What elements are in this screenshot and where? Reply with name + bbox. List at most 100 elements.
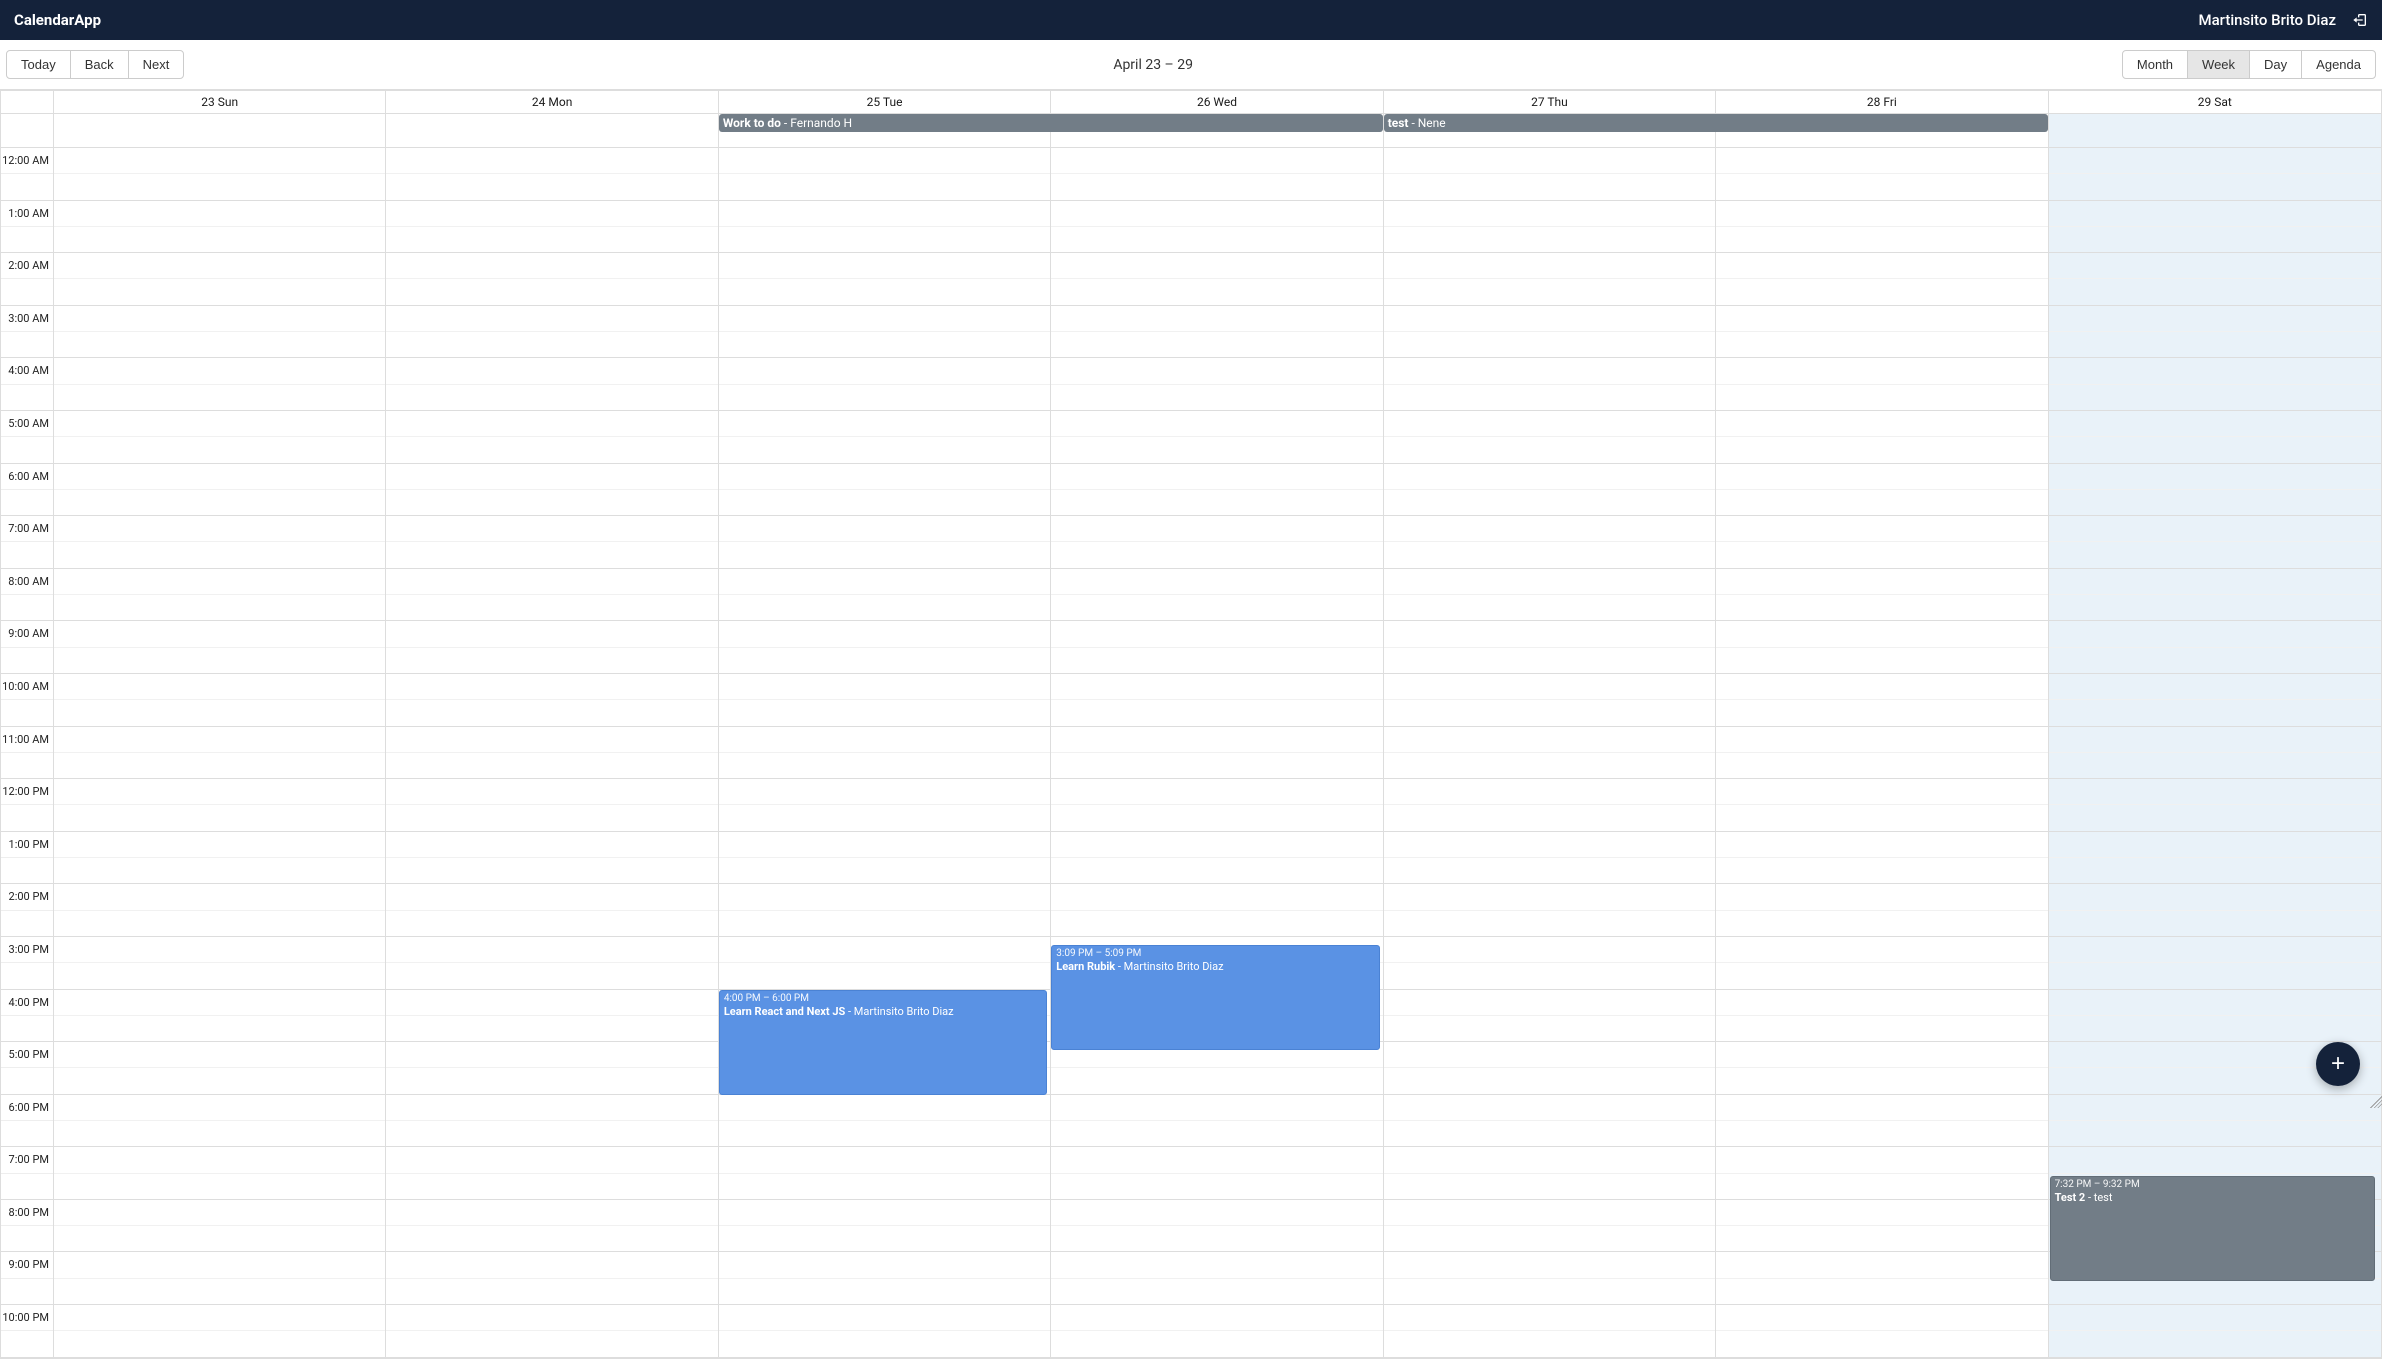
time-slot[interactable]	[1716, 700, 2047, 726]
time-slot[interactable]	[54, 464, 385, 490]
back-button[interactable]: Back	[70, 50, 129, 79]
time-slot[interactable]	[1716, 858, 2047, 884]
time-slot[interactable]	[1384, 858, 1715, 884]
time-slot[interactable]	[1716, 516, 2047, 542]
time-slot[interactable]	[719, 700, 1050, 726]
time-slot[interactable]	[1051, 201, 1382, 227]
time-slot[interactable]	[719, 753, 1050, 779]
day-column-tue[interactable]: 4:00 PM – 6:00 PMLearn React and Next JS…	[719, 148, 1051, 1358]
timed-event[interactable]: 7:32 PM – 9:32 PMTest 2 - test	[2050, 1176, 2375, 1281]
resize-handle-icon[interactable]	[2370, 1096, 2382, 1108]
time-slot[interactable]	[386, 963, 717, 989]
time-slot[interactable]	[386, 700, 717, 726]
time-slot[interactable]	[386, 1147, 717, 1173]
time-slot[interactable]	[1384, 279, 1715, 305]
time-slot[interactable]	[1716, 753, 2047, 779]
time-slot[interactable]	[2049, 937, 2381, 963]
time-slot[interactable]	[1716, 279, 2047, 305]
day-header-sat[interactable]: 29 Sat	[2049, 91, 2381, 113]
time-slot[interactable]	[1384, 990, 1715, 1016]
time-slot[interactable]	[719, 490, 1050, 516]
time-slot[interactable]	[386, 727, 717, 753]
time-slot[interactable]	[1716, 1016, 2047, 1042]
time-slot[interactable]	[54, 1279, 385, 1305]
time-slot[interactable]	[1051, 700, 1382, 726]
time-slot[interactable]	[386, 516, 717, 542]
time-slot[interactable]	[2049, 990, 2381, 1016]
time-slot[interactable]	[386, 1200, 717, 1226]
time-slot[interactable]	[2049, 174, 2381, 200]
time-slot[interactable]	[1384, 542, 1715, 568]
next-button[interactable]: Next	[128, 50, 185, 79]
time-slot[interactable]	[1384, 437, 1715, 463]
time-slot[interactable]	[2049, 832, 2381, 858]
time-slot[interactable]	[1384, 332, 1715, 358]
time-slot[interactable]	[1716, 1121, 2047, 1147]
day-header-fri[interactable]: 28 Fri	[1716, 91, 2048, 113]
time-slot[interactable]	[54, 1147, 385, 1173]
time-slot[interactable]	[1716, 937, 2047, 963]
time-slot[interactable]	[1384, 1331, 1715, 1357]
time-slot[interactable]	[2049, 674, 2381, 700]
time-slot[interactable]	[386, 858, 717, 884]
time-slot[interactable]	[1051, 1121, 1382, 1147]
time-slot[interactable]	[54, 227, 385, 253]
time-slot[interactable]	[1051, 385, 1382, 411]
time-slot[interactable]	[1716, 1331, 2047, 1357]
time-slot[interactable]	[1051, 1305, 1382, 1331]
allday-mon[interactable]	[386, 114, 718, 147]
time-slot[interactable]	[719, 648, 1050, 674]
time-slot[interactable]	[386, 621, 717, 647]
time-slot[interactable]	[54, 858, 385, 884]
day-header-wed[interactable]: 26 Wed	[1051, 91, 1383, 113]
time-slot[interactable]	[719, 621, 1050, 647]
time-slot[interactable]	[1716, 1252, 2047, 1278]
time-slot[interactable]	[1051, 174, 1382, 200]
time-slot[interactable]	[1384, 148, 1715, 174]
time-slot[interactable]	[386, 937, 717, 963]
time-slot[interactable]	[1384, 306, 1715, 332]
time-slot[interactable]	[386, 1174, 717, 1200]
time-slot[interactable]	[719, 253, 1050, 279]
time-slot[interactable]	[1384, 1279, 1715, 1305]
time-slot[interactable]	[719, 148, 1050, 174]
time-slot[interactable]	[1051, 595, 1382, 621]
time-slot[interactable]	[386, 911, 717, 937]
add-event-button[interactable]: +	[2316, 1042, 2360, 1086]
time-slot[interactable]	[1051, 306, 1382, 332]
time-slot[interactable]	[1716, 779, 2047, 805]
time-slot[interactable]	[1716, 201, 2047, 227]
time-slot[interactable]	[1051, 1279, 1382, 1305]
time-slot[interactable]	[1051, 1226, 1382, 1252]
time-slot[interactable]	[719, 306, 1050, 332]
time-slot[interactable]	[1051, 727, 1382, 753]
time-slot[interactable]	[2049, 411, 2381, 437]
time-slot[interactable]	[2049, 700, 2381, 726]
time-slot[interactable]	[719, 464, 1050, 490]
time-slot[interactable]	[719, 963, 1050, 989]
time-slot[interactable]	[386, 542, 717, 568]
time-slot[interactable]	[2049, 1305, 2381, 1331]
time-slot[interactable]	[719, 201, 1050, 227]
time-slot[interactable]	[386, 464, 717, 490]
time-slot[interactable]	[1716, 542, 2047, 568]
time-slot[interactable]	[1051, 1200, 1382, 1226]
time-slot[interactable]	[1051, 1068, 1382, 1094]
time-slot[interactable]	[1716, 1200, 2047, 1226]
today-button[interactable]: Today	[6, 50, 71, 79]
time-slot[interactable]	[1716, 727, 2047, 753]
time-slot[interactable]	[2049, 621, 2381, 647]
time-slot[interactable]	[1384, 700, 1715, 726]
time-slot[interactable]	[1384, 1068, 1715, 1094]
time-slot[interactable]	[1384, 884, 1715, 910]
time-slot[interactable]	[1384, 1200, 1715, 1226]
time-slot[interactable]	[386, 1016, 717, 1042]
time-slot[interactable]	[2049, 648, 2381, 674]
time-slot[interactable]	[386, 1226, 717, 1252]
time-slot[interactable]	[1716, 595, 2047, 621]
time-slot[interactable]	[54, 753, 385, 779]
time-slot[interactable]	[2049, 490, 2381, 516]
time-slot[interactable]	[386, 1042, 717, 1068]
time-slot[interactable]	[719, 1331, 1050, 1357]
time-slot[interactable]	[386, 1121, 717, 1147]
